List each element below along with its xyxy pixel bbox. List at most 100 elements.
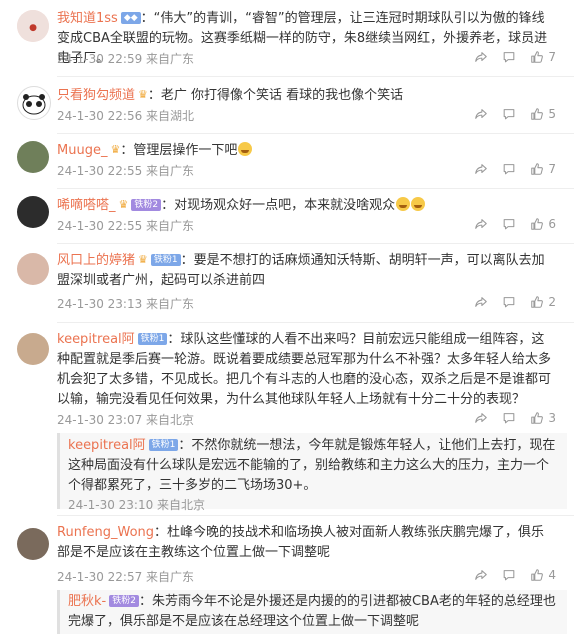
avatar[interactable]: ● — [17, 10, 49, 42]
fan-badge: 铁粉2 — [109, 595, 139, 607]
like-icon — [530, 411, 544, 425]
comment-icon — [502, 217, 516, 231]
comment-button[interactable] — [502, 568, 516, 582]
like-count: 3 — [548, 411, 556, 425]
comment-item: 只看狗勾频道 ♛：老广 你打得像个笑话 看球的我也像个笑话 24-1-30 22:… — [0, 80, 574, 135]
comment-icon — [502, 295, 516, 309]
comment-meta: 24-1-30 23:07 来自北京 — [57, 413, 195, 427]
share-button[interactable] — [474, 217, 488, 231]
divider — [57, 76, 574, 77]
like-icon — [530, 162, 544, 176]
svg-text:●: ● — [29, 23, 37, 33]
like-button[interactable]: 4 — [530, 568, 556, 582]
avatar[interactable] — [17, 141, 49, 173]
user-name[interactable]: Runfeng_Wong — [57, 525, 154, 540]
comment-button[interactable] — [502, 295, 516, 309]
avatar[interactable] — [17, 528, 49, 560]
comment-item: keepitreal阿 铁粉1 ：球队这些懂球的人看不出来吗？目前宏远只能组成一组阵… — [0, 325, 574, 516]
share-button[interactable] — [474, 411, 488, 425]
laugh-emoji-icon — [396, 197, 411, 211]
share-button[interactable] — [474, 568, 488, 582]
share-icon — [474, 217, 488, 231]
like-button[interactable]: 7 — [530, 50, 556, 64]
like-icon — [530, 568, 544, 582]
divider — [57, 322, 574, 323]
user-name[interactable]: 唏嘀嗒嗒_ — [57, 198, 116, 213]
user-name[interactable]: 我知道1ss — [57, 11, 118, 26]
divider — [57, 133, 574, 134]
comment-icon — [502, 50, 516, 64]
comment-button[interactable] — [502, 217, 516, 231]
user-name[interactable]: 风口上的婷猪 — [57, 253, 135, 268]
comment-icon — [502, 568, 516, 582]
comment-item: ● 我知道1ss ◆◆ ：“伟大”的青训，“睿智”的管理层，让三连冠时期球队引以为傲… — [0, 0, 574, 80]
laugh-emoji-icon — [411, 197, 426, 211]
crown-icon: ♛ — [138, 88, 148, 101]
avatar[interactable] — [17, 333, 49, 365]
like-button[interactable]: 6 — [530, 217, 556, 231]
crown-icon: ♛ — [118, 198, 129, 211]
comment-meta: 24-1-30 22:55 来自广东 — [57, 219, 195, 233]
share-icon — [474, 107, 488, 121]
reply-block: keepitreal阿 铁粉1 ：不然你就统一想法，今年就是锻炼年轻人，让他们上去打… — [57, 433, 567, 512]
share-button[interactable] — [474, 107, 488, 121]
share-icon — [474, 162, 488, 176]
like-button[interactable]: 2 — [530, 295, 556, 309]
fan-badge: 铁粉1 — [148, 439, 179, 451]
fan-badge: 铁粉2 — [131, 199, 162, 211]
like-count: 2 — [548, 295, 556, 309]
comment-item: Muuge_ ♛：管理层操作一下吧 24-1-30 22:55 来自广东 7 — [0, 135, 574, 190]
comment-button[interactable] — [502, 411, 516, 425]
like-button[interactable]: 5 — [530, 107, 556, 121]
user-name[interactable]: keepitreal阿 — [57, 332, 135, 347]
comment-text: ：管理层操作一下吧 — [120, 143, 238, 158]
avatar[interactable] — [17, 253, 49, 285]
share-icon — [474, 568, 488, 582]
reply-block: 肥秋k- 铁粉2 ：朱芳雨今年不论是外援还是内援的的引进都被CBA老的年轻的总经理也… — [57, 590, 567, 634]
user-name[interactable]: 只看狗勾频道 — [57, 88, 135, 103]
crown-icon: ♛ — [110, 143, 121, 156]
share-icon — [474, 295, 488, 309]
comment-text: ：朱芳雨今年不论是外援还是内援的的引进都被CBA老的年轻的总经理也完爆了，俱乐部… — [68, 594, 556, 629]
like-icon — [530, 217, 544, 231]
user-name[interactable]: 肥秋k- — [68, 594, 106, 609]
like-count: 4 — [548, 568, 556, 582]
comment-button[interactable] — [502, 50, 516, 64]
fan-badge: 铁粉1 — [150, 254, 181, 266]
comment-icon — [502, 107, 516, 121]
like-count: 7 — [548, 50, 556, 64]
share-icon — [474, 411, 488, 425]
like-icon — [530, 50, 544, 64]
like-count: 6 — [548, 217, 556, 231]
share-button[interactable] — [474, 162, 488, 176]
like-button[interactable]: 7 — [530, 162, 556, 176]
avatar[interactable] — [17, 86, 51, 120]
comment-button[interactable] — [502, 107, 516, 121]
comment-meta: 24-1-30 23:13 来自广东 — [57, 297, 195, 311]
divider — [57, 515, 574, 516]
like-icon — [530, 107, 544, 121]
share-icon — [474, 50, 488, 64]
like-count: 5 — [548, 107, 556, 121]
avatar[interactable] — [17, 196, 49, 228]
comment-item: 风口上的婷猪 ♛ 铁粉1 ：要是不想打的话麻烦通知沃特斯、胡明轩一声，可以离队去加盟深… — [0, 245, 574, 325]
comment-item: Runfeng_Wong：杜峰今晚的技战术和临场换人被对面新人教练张庆鹏完爆了，… — [0, 518, 574, 598]
divider — [57, 188, 574, 189]
comment-meta: 24-1-30 22:55 来自广东 — [57, 164, 195, 178]
user-name[interactable]: keepitreal阿 — [68, 438, 146, 453]
comment-meta: 24-1-30 22:57 来自广东 — [57, 570, 195, 584]
crown-icon: ♛ — [138, 253, 148, 266]
like-button[interactable]: 3 — [530, 411, 556, 425]
comment-meta: 24-1-30 22:59 来自广东 — [57, 52, 195, 66]
like-icon — [530, 295, 544, 309]
share-button[interactable] — [474, 295, 488, 309]
fan-badge: 铁粉1 — [137, 333, 168, 345]
comment-button[interactable] — [502, 162, 516, 176]
comment-meta: 24-1-30 22:56 来自湖北 — [57, 109, 195, 123]
divider — [57, 243, 574, 244]
user-name[interactable]: Muuge_ — [57, 143, 107, 158]
share-button[interactable] — [474, 50, 488, 64]
comment-icon — [502, 162, 516, 176]
laugh-emoji-icon — [238, 142, 253, 156]
comment-item: 唏嘀嗒嗒_ ♛ 铁粉2 ：对现场观众好一点吧，本来就没啥观众 24-1-30 22:5… — [0, 190, 574, 245]
